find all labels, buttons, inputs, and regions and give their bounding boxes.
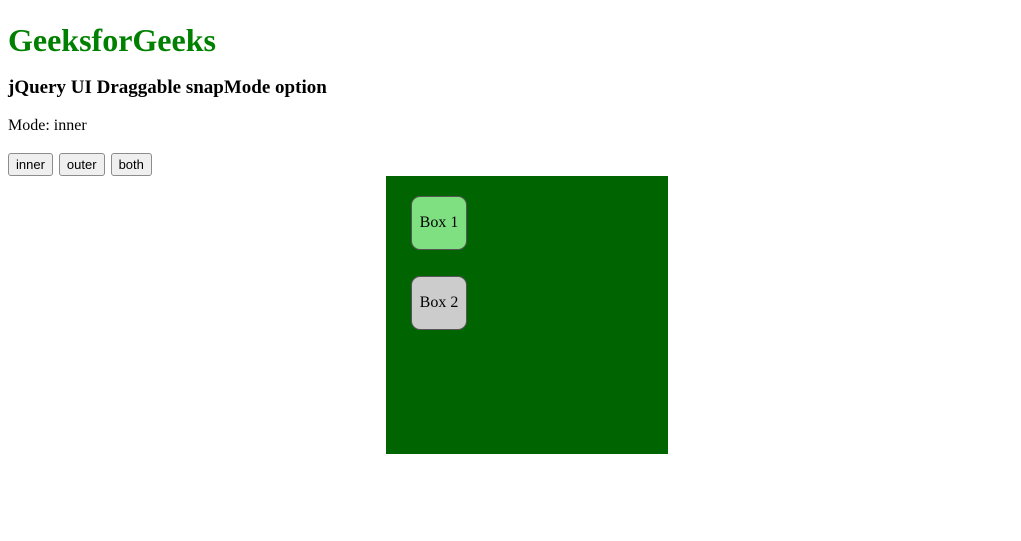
draggable-box-1[interactable]: Box 1 [411,196,467,250]
mode-line: Mode: inner [8,117,1013,135]
inner-button[interactable]: inner [8,153,53,176]
drag-arena: Box 1 Box 2 [386,176,668,454]
button-row: inner outer both [8,153,1013,176]
mode-value: inner [54,117,87,134]
page-title: GeeksforGeeks [8,22,1013,59]
draggable-box-2[interactable]: Box 2 [411,276,467,330]
outer-button[interactable]: outer [59,153,105,176]
both-button[interactable]: both [111,153,152,176]
mode-label: Mode: [8,117,54,134]
page-subtitle: jQuery UI Draggable snapMode option [8,77,1013,99]
